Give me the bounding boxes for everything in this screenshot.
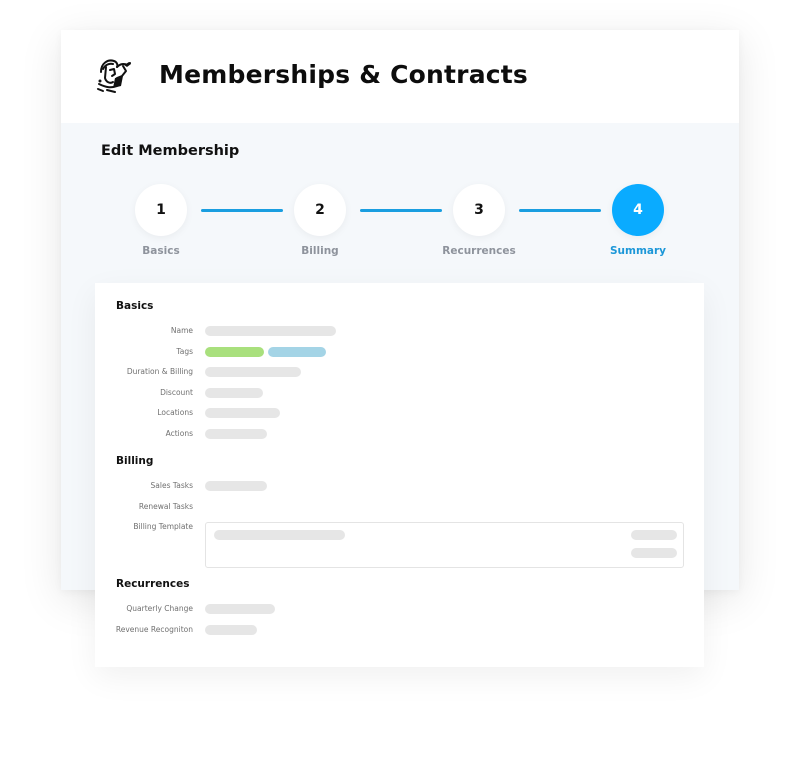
field-value-placeholder — [205, 429, 267, 439]
billing-template-box — [205, 522, 684, 568]
section-title-billing: Billing — [116, 455, 154, 467]
step-number-circle[interactable]: 1 — [135, 184, 187, 236]
template-total-placeholder — [631, 548, 677, 558]
progress-stepper: 1 Basics 2 Billing 3 Recurrences 4 Summa… — [61, 184, 739, 264]
page-title: Edit Membership — [101, 143, 240, 159]
app-title: Memberships & Contracts — [159, 60, 529, 89]
step-recurrences[interactable]: 3 Recurrences — [429, 184, 529, 257]
field-value-placeholder — [205, 481, 267, 491]
field-label: Sales Tasks — [150, 481, 193, 490]
field-value-placeholder — [205, 604, 275, 614]
tag-chip[interactable] — [205, 347, 264, 357]
summary-card: Basics Name Tags Duration & Billing Disc… — [95, 283, 704, 667]
field-label: Tags — [176, 347, 193, 356]
field-value-placeholder — [205, 408, 280, 418]
field-value-placeholder — [205, 326, 336, 336]
field-value-placeholder — [205, 625, 257, 635]
step-label: Summary — [609, 245, 667, 257]
tag-chip[interactable] — [268, 347, 326, 357]
template-line-placeholder — [214, 530, 345, 540]
field-label: Quarterly Change — [126, 604, 193, 613]
step-label: Basics — [142, 245, 180, 257]
step-billing[interactable]: 2 Billing — [270, 184, 370, 257]
field-label: Discount — [160, 388, 193, 397]
field-label: Revenue Recogniton — [115, 625, 193, 634]
app-header: Memberships & Contracts — [61, 30, 739, 123]
field-row-quarterly-change: Quarterly Change — [95, 602, 704, 616]
field-row-name: Name — [95, 324, 704, 338]
step-label: Recurrences — [442, 245, 516, 257]
spartan-logo-icon — [93, 54, 135, 96]
field-row-sales-tasks: Sales Tasks — [95, 479, 704, 493]
field-row-discount: Discount — [95, 386, 704, 400]
field-row-duration-billing: Duration & Billing — [95, 365, 704, 379]
field-label: Renewal Tasks — [138, 502, 193, 511]
field-label: Name — [170, 326, 193, 335]
step-label: Billing — [301, 245, 339, 257]
field-row-locations: Locations — [95, 406, 704, 420]
field-label: Locations — [157, 408, 193, 417]
step-summary[interactable]: 4 Summary — [588, 184, 688, 257]
step-number-circle[interactable]: 3 — [453, 184, 505, 236]
section-title-basics: Basics — [116, 300, 154, 312]
field-row-tags: Tags — [95, 345, 704, 359]
field-row-renewal-tasks: Renewal Tasks — [95, 500, 704, 514]
section-title-recurrences: Recurrences — [116, 578, 190, 590]
template-amount-placeholder — [631, 530, 677, 540]
field-label: Actions — [165, 429, 193, 438]
step-number-circle[interactable]: 4 — [612, 184, 664, 236]
field-row-actions: Actions — [95, 427, 704, 441]
field-value-placeholder — [205, 367, 301, 377]
field-row-revenue-recognition: Revenue Recogniton — [95, 623, 704, 637]
step-basics[interactable]: 1 Basics — [111, 184, 211, 257]
step-number-circle[interactable]: 2 — [294, 184, 346, 236]
field-value-placeholder — [205, 388, 263, 398]
field-label: Duration & Billing — [126, 367, 193, 376]
field-label: Billing Template — [133, 522, 193, 531]
